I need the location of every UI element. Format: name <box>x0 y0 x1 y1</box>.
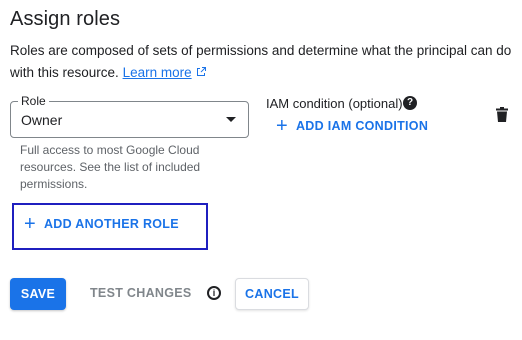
page-title: Assign roles <box>10 8 121 30</box>
add-another-role-button[interactable]: + ADD ANOTHER ROLE <box>24 214 179 234</box>
chevron-down-icon <box>226 117 236 122</box>
trash-icon[interactable] <box>496 107 508 122</box>
description: Roles are composed of sets of permission… <box>10 40 515 84</box>
help-icon[interactable]: ? <box>403 96 417 110</box>
learn-more-label: Learn more <box>122 65 192 80</box>
description-text: Roles are composed of sets of permission… <box>10 43 512 80</box>
add-another-role-label: ADD ANOTHER ROLE <box>43 217 179 231</box>
cancel-button[interactable]: CANCEL <box>235 278 309 310</box>
add-iam-condition-button[interactable]: + ADD IAM CONDITION <box>276 116 428 136</box>
test-changes-button[interactable]: TEST CHANGES <box>90 286 192 300</box>
plus-icon: + <box>276 115 288 137</box>
role-label: Role <box>18 94 49 108</box>
learn-more-link[interactable]: Learn more <box>123 65 207 80</box>
save-button[interactable]: SAVE <box>10 278 66 310</box>
role-value: Owner <box>21 112 63 128</box>
role-description: Full access to most Google Cloud resourc… <box>20 143 201 191</box>
external-link-icon <box>196 67 206 76</box>
role-select[interactable]: Role Owner <box>10 94 249 138</box>
iam-condition-label: IAM condition (optional) <box>266 96 403 111</box>
plus-icon: + <box>24 213 36 235</box>
add-iam-condition-label: ADD IAM CONDITION <box>295 119 429 133</box>
info-icon[interactable]: i <box>207 286 221 300</box>
